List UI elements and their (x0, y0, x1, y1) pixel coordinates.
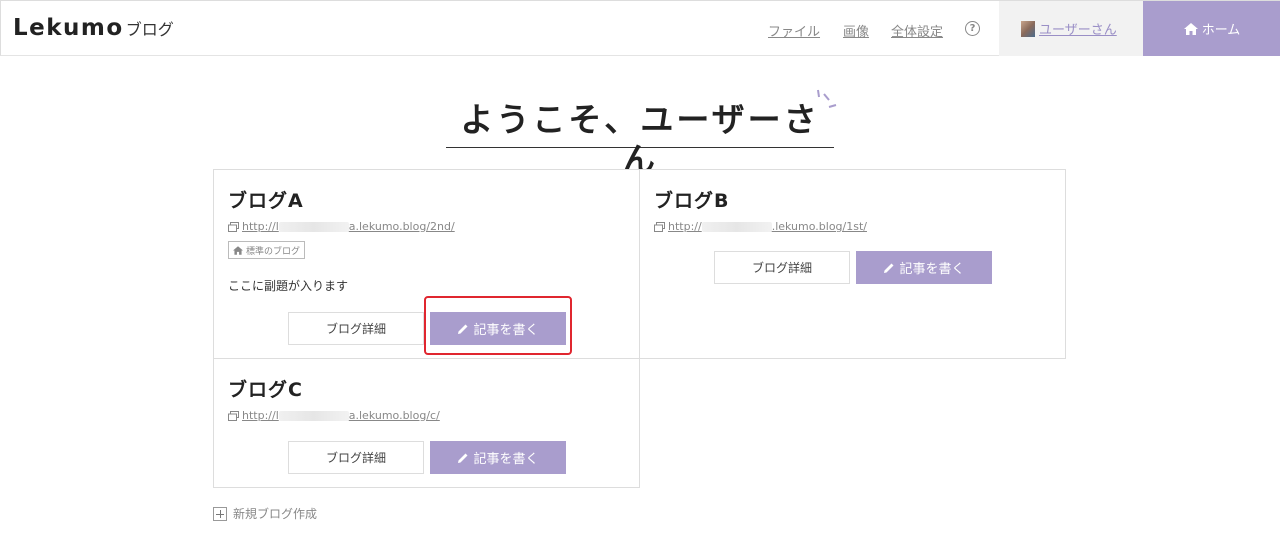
external-window-icon (654, 221, 665, 232)
highlight-annotation (424, 296, 572, 355)
blog-url[interactable]: http:// .lekumo.blog/1st/ (654, 220, 867, 233)
url-prefix: http://l (242, 220, 279, 233)
blog-subtitle: ここに副題が入ります (228, 279, 349, 293)
nav-image-link[interactable]: 画像 (843, 21, 869, 40)
url-suffix: .lekumo.blog/1st/ (771, 220, 867, 233)
write-label: 記事を書く (899, 262, 965, 277)
url-suffix: a.lekumo.blog/c/ (348, 409, 440, 422)
blog-card-c: ブログC http://l a.lekumo.blog/c/ ブログ詳細 記事を書… (213, 358, 640, 488)
logo-sub: ブログ (125, 20, 174, 39)
avatar (1021, 20, 1035, 37)
url-suffix: a.lekumo.blog/2nd/ (348, 220, 455, 233)
blog-title: ブログC (228, 379, 303, 401)
blog-detail-button[interactable]: ブログ詳細 (288, 312, 424, 345)
user-name-link[interactable]: ユーザーさん (1039, 19, 1117, 38)
help-icon[interactable]: ? (965, 21, 980, 36)
welcome-heading: ようこそ、ユーザーさん (446, 100, 834, 179)
badge-label: 標準のブログ (246, 246, 301, 257)
top-header: Lekumo ブログ ファイル 画像 全体設定 ? ユーザーさん ホーム (0, 0, 1280, 56)
user-menu[interactable]: ユーザーさん (999, 1, 1143, 56)
blog-title: ブログA (228, 190, 304, 212)
url-prefix: http://l (242, 409, 279, 422)
blog-detail-button[interactable]: ブログ詳細 (288, 441, 424, 474)
nav-settings-link[interactable]: 全体設定 (891, 21, 943, 40)
pencil-icon (884, 263, 894, 273)
home-button[interactable]: ホーム (1143, 1, 1280, 56)
home-label: ホーム (1201, 23, 1241, 38)
blog-card-b: ブログB http:// .lekumo.blog/1st/ ブログ詳細 記事を書… (639, 169, 1066, 359)
logo-main: Lekumo (13, 15, 124, 41)
default-blog-badge: 標準のブログ (228, 241, 306, 259)
write-article-button[interactable]: 記事を書く (430, 441, 566, 474)
url-redacted (701, 221, 772, 232)
plus-icon (213, 506, 227, 521)
logo[interactable]: Lekumo ブログ (13, 15, 174, 41)
nav-file-link[interactable]: ファイル (768, 21, 820, 40)
home-icon (233, 245, 243, 255)
new-blog-label: 新規ブログ作成 (233, 507, 318, 521)
url-redacted (278, 410, 349, 421)
write-label: 記事を書く (473, 452, 539, 467)
url-prefix: http:// (668, 220, 702, 233)
external-window-icon (228, 410, 239, 421)
blog-url[interactable]: http://l a.lekumo.blog/2nd/ (228, 220, 455, 233)
sparkle-decoration (817, 89, 837, 108)
blog-detail-button[interactable]: ブログ詳細 (714, 251, 850, 284)
url-redacted (278, 221, 349, 232)
new-blog-link[interactable]: 新規ブログ作成 (213, 505, 317, 522)
blog-title: ブログB (654, 190, 730, 212)
blog-url[interactable]: http://l a.lekumo.blog/c/ (228, 409, 440, 422)
home-icon (1183, 22, 1198, 35)
welcome-text: ようこそ、ユーザーさん (460, 100, 820, 179)
write-article-button[interactable]: 記事を書く (856, 251, 992, 284)
external-window-icon (228, 221, 239, 232)
pencil-icon (458, 453, 468, 463)
